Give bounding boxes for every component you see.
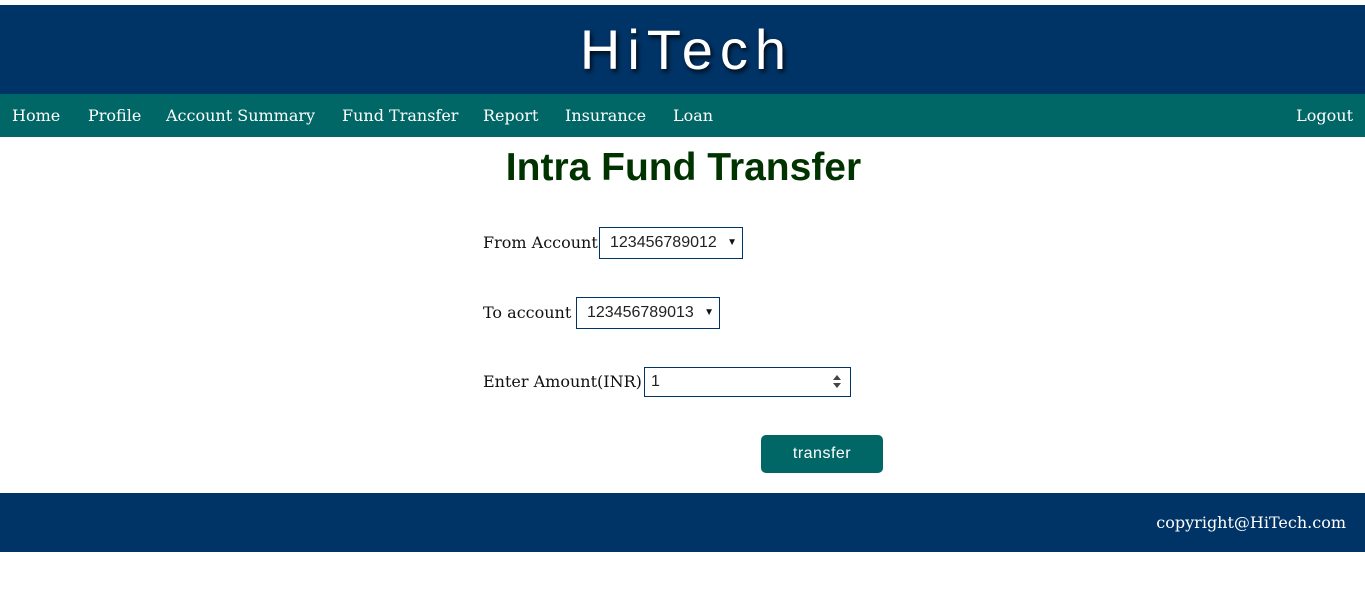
- brand-logo: HiTech: [579, 18, 794, 81]
- nav-logout[interactable]: Logout: [1296, 94, 1353, 137]
- dropdown-arrow-icon: ▼: [704, 307, 714, 318]
- dropdown-arrow-icon: ▼: [727, 237, 737, 248]
- nav-account-summary[interactable]: Account Summary: [166, 94, 315, 137]
- spin-up-icon[interactable]: [833, 375, 841, 380]
- spin-down-icon[interactable]: [833, 383, 841, 388]
- nav-insurance[interactable]: Insurance: [565, 94, 646, 137]
- amount-input[interactable]: 1: [644, 367, 851, 397]
- transfer-button[interactable]: transfer: [761, 435, 883, 473]
- copyright-text: copyright@HiTech.com: [1156, 513, 1346, 532]
- to-account-value: 123456789013: [587, 304, 694, 321]
- page-title: Intra Fund Transfer: [505, 146, 862, 189]
- nav-fund-transfer[interactable]: Fund Transfer: [342, 94, 458, 137]
- site-header: HiTech: [0, 5, 1365, 94]
- to-account-label: To account: [483, 303, 572, 322]
- nav-report[interactable]: Report: [483, 94, 538, 137]
- amount-label: Enter Amount(INR): [483, 372, 642, 391]
- nav-loan[interactable]: Loan: [673, 94, 713, 137]
- amount-value: 1: [651, 373, 660, 390]
- to-account-select[interactable]: 123456789013 ▼: [576, 297, 720, 329]
- nav-home[interactable]: Home: [12, 94, 60, 137]
- from-account-label: From Account: [483, 233, 598, 252]
- from-account-value: 123456789012: [610, 234, 717, 251]
- site-footer: copyright@HiTech.com: [0, 493, 1365, 552]
- main-nav: Home Profile Account Summary Fund Transf…: [0, 94, 1365, 137]
- from-account-select[interactable]: 123456789012 ▼: [599, 227, 743, 259]
- spinner-icon[interactable]: [833, 374, 842, 390]
- nav-profile[interactable]: Profile: [88, 94, 141, 137]
